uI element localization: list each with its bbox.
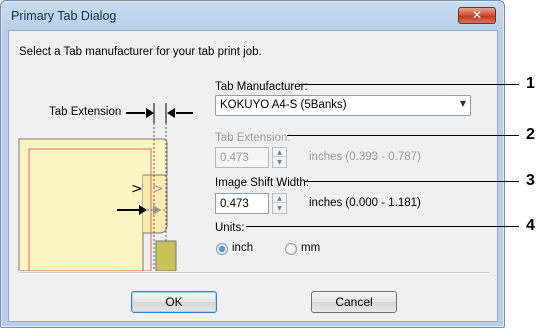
callout-line-2 <box>287 135 519 136</box>
image-shift-width-spinner[interactable]: ▲ ▼ <box>272 193 287 214</box>
tab-extension-diagram-label: Tab Extension <box>49 106 122 118</box>
callout-number-4: 4 <box>526 217 535 234</box>
tab-extension-label: Tab Extension: <box>215 132 291 144</box>
inch-radio-label[interactable]: inch <box>232 242 253 254</box>
callout-number-1: 1 <box>526 75 535 92</box>
callout-number-2: 2 <box>526 126 535 143</box>
tab-extension-value: 0.473 <box>220 152 249 164</box>
title-bar[interactable]: Primary Tab Dialog ✕ <box>1 1 504 31</box>
image-shift-width-value: 0.473 <box>220 198 249 210</box>
image-shift-width-input[interactable]: 0.473 <box>215 193 269 214</box>
dialog-content: Select a Tab manufacturer for your tab p… <box>8 30 498 322</box>
cancel-button[interactable]: Cancel <box>311 291 397 313</box>
dropdown-arrow-icon[interactable]: ▼ <box>460 99 466 108</box>
spin-down-icon[interactable]: ▼ <box>273 204 286 213</box>
next-tab-block <box>155 240 177 271</box>
tab-extension-diagram: > > <box>18 103 193 271</box>
tab-manufacturer-value: KOKUYO A4-S (5Banks) <box>220 99 347 111</box>
instruction-text: Select a Tab manufacturer for your tab p… <box>19 46 262 58</box>
image-shift-width-range: inches (0.000 - 1.181) <box>309 197 421 209</box>
shift-arrow-gray: > <box>152 181 164 197</box>
inch-radio[interactable] <box>216 243 228 255</box>
image-shift-width-label: Image Shift Width: <box>215 177 309 189</box>
dialog-window: Primary Tab Dialog ✕ Select a Tab manufa… <box>0 0 505 328</box>
tab-extension-input[interactable]: 0.473 <box>215 147 269 168</box>
ok-button[interactable]: OK <box>131 291 217 313</box>
callout-number-3: 3 <box>526 172 535 189</box>
tab-extension-spinner[interactable]: ▲ ▼ <box>272 147 287 168</box>
spin-down-icon[interactable]: ▼ <box>273 158 286 167</box>
shift-arrow-black: > <box>131 181 143 197</box>
tab-manufacturer-label: Tab Manufacturer: <box>215 81 308 93</box>
separator <box>19 272 489 274</box>
mm-radio-label[interactable]: mm <box>301 242 320 254</box>
mm-radio[interactable] <box>285 243 297 255</box>
units-label: Units: <box>215 222 245 234</box>
window-title: Primary Tab Dialog <box>11 9 117 23</box>
tab-manufacturer-select[interactable]: KOKUYO A4-S (5Banks) ▼ <box>215 95 471 116</box>
spin-up-icon[interactable]: ▲ <box>273 194 286 203</box>
tab-extension-range: inches (0.393 - 0.787) <box>309 151 421 163</box>
spin-up-icon[interactable]: ▲ <box>273 148 286 157</box>
callout-line-1 <box>299 84 519 85</box>
close-icon: ✕ <box>471 8 483 22</box>
callout-line-3 <box>304 181 519 182</box>
close-button[interactable]: ✕ <box>458 7 496 24</box>
tab-extension-arrows <box>126 103 193 123</box>
callout-line-4 <box>246 226 519 227</box>
